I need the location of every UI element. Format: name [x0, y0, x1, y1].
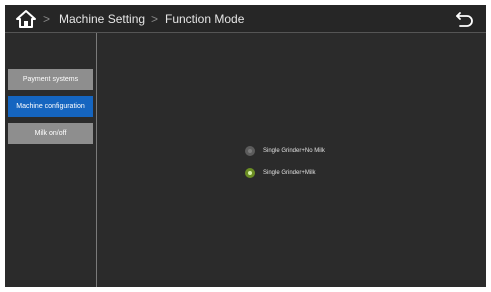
breadcrumb-separator: >	[151, 12, 159, 26]
radio-button-unchecked[interactable]	[245, 146, 255, 156]
sidebar: Payment systems Machine configuration Mi…	[5, 33, 97, 287]
function-mode-screen: > Machine Setting > Function Mode Paymen…	[5, 5, 486, 287]
main-content: Single Grinder+No Milk Single Grinder+Mi…	[97, 33, 486, 287]
breadcrumb-separator: >	[43, 12, 51, 26]
option-single-grinder-no-milk[interactable]: Single Grinder+No Milk	[245, 145, 325, 157]
breadcrumb-machine-setting[interactable]: Machine Setting	[59, 12, 145, 26]
sidebar-item-label: Payment systems	[22, 75, 79, 83]
sidebar-item-payment-systems[interactable]: Payment systems	[8, 69, 93, 90]
option-single-grinder-milk[interactable]: Single Grinder+Milk	[245, 167, 316, 179]
sidebar-item-milk-on-off[interactable]: Milk on/off	[8, 123, 93, 144]
header-bar: > Machine Setting > Function Mode	[5, 5, 486, 33]
sidebar-item-machine-configuration[interactable]: Machine configuration	[8, 96, 93, 117]
return-arrow-icon	[456, 12, 473, 27]
home-icon	[16, 10, 36, 28]
sidebar-item-label: Milk on/off	[34, 129, 67, 137]
home-button[interactable]	[15, 9, 37, 29]
option-label: Single Grinder+No Milk	[263, 148, 325, 154]
breadcrumb-function-mode: Function Mode	[165, 12, 245, 26]
back-button[interactable]	[454, 9, 476, 29]
option-label: Single Grinder+Milk	[263, 170, 316, 176]
sidebar-item-label: Machine configuration	[16, 102, 85, 110]
radio-button-checked[interactable]	[245, 168, 255, 178]
